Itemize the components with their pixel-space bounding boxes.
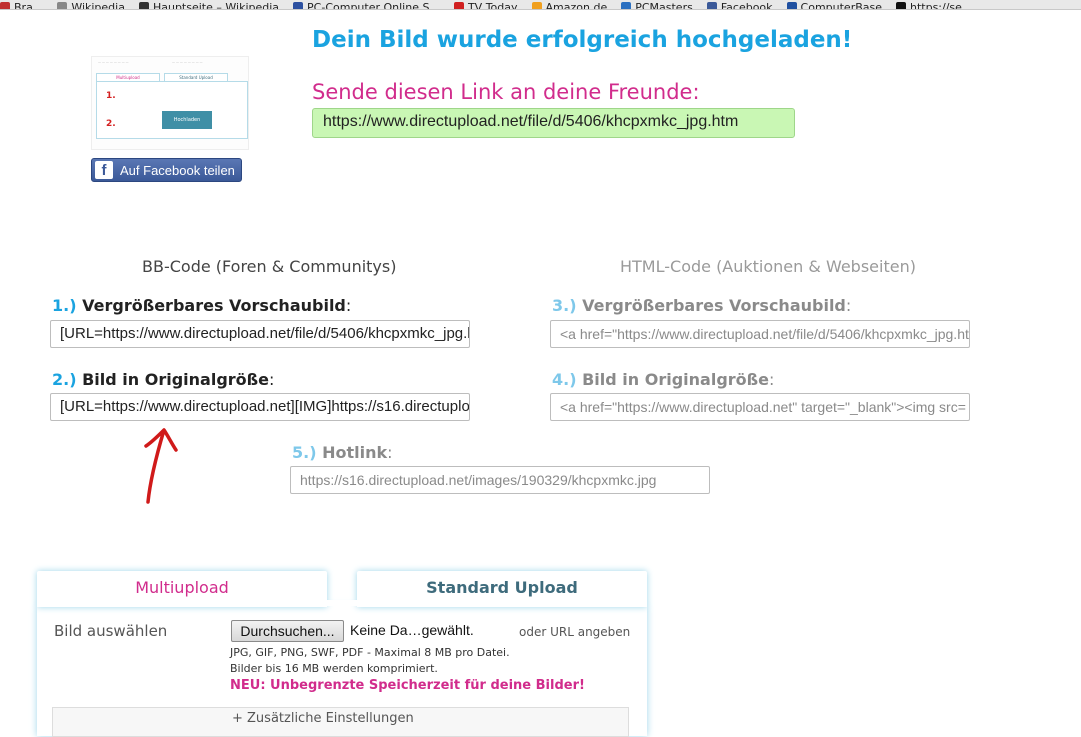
bookmark-item[interactable]: PC-Computer Online S... bbox=[293, 1, 440, 10]
tab-gap bbox=[327, 600, 357, 606]
bookmark-label: TV Today bbox=[467, 1, 518, 10]
field-4-label: 4.) Bild in Originalgröße: bbox=[552, 370, 775, 389]
bookmark-item[interactable]: Wikipedia bbox=[57, 1, 125, 10]
field-1-label: 1.) Vergrößerbares Vorschaubild: bbox=[52, 296, 352, 315]
html-thumbnail-input[interactable]: <a href="https://www.directupload.net/fi… bbox=[550, 320, 970, 348]
bookmark-favicon-icon bbox=[453, 2, 464, 9]
bookmark-label: https://se... bbox=[910, 1, 973, 10]
preview-step-2: 2. bbox=[106, 119, 116, 129]
field-3-label: 3.) Vergrößerbares Vorschaubild: bbox=[552, 296, 852, 315]
preview-step-1: 1. bbox=[106, 91, 116, 101]
browse-button[interactable]: Durchsuchen... bbox=[231, 620, 344, 642]
bookmark-label: Amazon.de bbox=[545, 1, 608, 10]
bookmark-label: Bra... bbox=[14, 1, 44, 10]
bbcode-column-heading: BB-Code (Foren & Communitys) bbox=[142, 257, 397, 276]
facebook-share-button[interactable]: f Auf Facebook teilen bbox=[91, 158, 242, 182]
field-2-label: 2.) Bild in Originalgröße: bbox=[52, 370, 275, 389]
field-5-label: 5.) Hotlink: bbox=[292, 443, 393, 462]
bookmark-favicon-icon bbox=[138, 2, 149, 9]
bookmark-favicon-icon bbox=[293, 2, 304, 9]
facebook-share-label: Auf Facebook teilen bbox=[120, 162, 235, 178]
tab-multiupload[interactable]: Multiupload bbox=[37, 571, 327, 607]
select-image-label: Bild auswählen bbox=[54, 622, 168, 640]
bookmark-favicon-icon bbox=[0, 2, 10, 9]
share-link-input[interactable]: https://www.directupload.net/file/d/5406… bbox=[312, 108, 795, 138]
bookmark-favicon-icon bbox=[896, 2, 906, 9]
bookmark-label: Wikipedia bbox=[71, 1, 125, 10]
bookmark-favicon-icon bbox=[786, 2, 797, 9]
bookmark-item[interactable]: Facebook bbox=[706, 1, 773, 10]
bookmark-favicon-icon bbox=[57, 2, 68, 9]
facebook-icon: f bbox=[95, 161, 113, 179]
uploaded-image-preview[interactable]: — — — — — — — — — — — — — — — — Multiupl… bbox=[91, 56, 249, 150]
preview-panel bbox=[96, 81, 248, 139]
url-option-link[interactable]: oder URL angeben bbox=[519, 625, 630, 639]
bookmark-item[interactable]: https://se... bbox=[896, 1, 973, 10]
preview-upload-button: Hochladen bbox=[162, 111, 212, 129]
red-arrow-annotation bbox=[144, 428, 178, 504]
upload-info-new: NEU: Unbegrenzte Speicherzeit für deine … bbox=[230, 678, 585, 693]
bookmark-favicon-icon bbox=[531, 2, 542, 9]
bookmark-label: Hauptseite – Wikipedia bbox=[152, 1, 280, 10]
hotlink-input[interactable]: https://s16.directupload.net/images/1903… bbox=[290, 466, 710, 494]
bookmark-item[interactable]: Bra... bbox=[0, 1, 44, 10]
bookmark-item[interactable]: ComputerBase bbox=[786, 1, 882, 10]
bookmark-item[interactable]: PCMasters bbox=[621, 1, 693, 10]
upload-info-formats: JPG, GIF, PNG, SWF, PDF - Maximal 8 MB p… bbox=[230, 646, 510, 659]
bookmark-item[interactable]: Hauptseite – Wikipedia bbox=[138, 1, 280, 10]
bookmark-label: PCMasters bbox=[635, 1, 693, 10]
upload-info-compression: Bilder bis 16 MB werden komprimiert. bbox=[230, 662, 438, 675]
file-status: Keine Da…gewählt. bbox=[350, 622, 474, 638]
additional-settings-label: + Zusätzliche Einstellungen bbox=[232, 711, 414, 726]
bookmarks-bar: Bra... Wikipedia Hauptseite – Wikipedia PC-… bbox=[0, 0, 1081, 10]
bookmark-label: PC-Computer Online S... bbox=[307, 1, 440, 10]
success-title: Dein Bild wurde erfolgreich hochgeladen! bbox=[312, 27, 853, 53]
bookmark-item[interactable]: TV Today bbox=[453, 1, 518, 10]
bbcode-original-input[interactable]: [URL=https://www.directupload.net][IMG]h… bbox=[50, 393, 470, 421]
bookmark-favicon-icon bbox=[621, 2, 632, 9]
htmlcode-column-heading: HTML-Code (Auktionen & Webseiten) bbox=[620, 257, 916, 276]
html-original-input[interactable]: <a href="https://www.directupload.net" t… bbox=[550, 393, 970, 421]
bookmark-label: Facebook bbox=[720, 1, 773, 10]
tab-standard-upload[interactable]: Standard Upload bbox=[357, 571, 647, 607]
bbcode-thumbnail-input[interactable]: [URL=https://www.directupload.net/file/d… bbox=[50, 320, 470, 348]
bookmark-favicon-icon bbox=[706, 2, 717, 9]
bookmark-item[interactable]: Amazon.de bbox=[531, 1, 608, 10]
send-link-title: Sende diesen Link an deine Freunde: bbox=[312, 80, 700, 104]
bookmark-label: ComputerBase bbox=[800, 1, 882, 10]
